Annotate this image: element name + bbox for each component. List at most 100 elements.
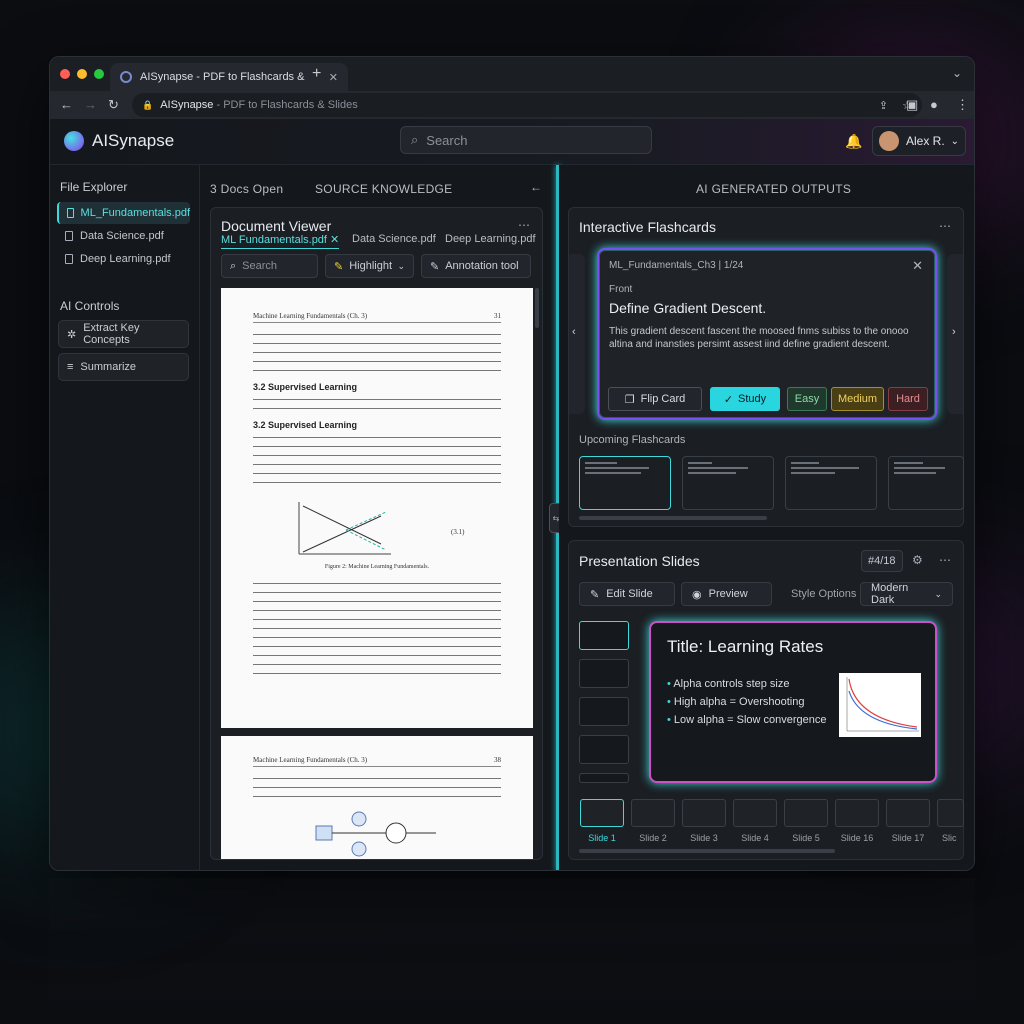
style-dropdown[interactable]: Modern Dark ⌄ <box>860 582 953 606</box>
slide-strip-thumbnail[interactable] <box>733 799 777 827</box>
doc-search-input[interactable]: ⌕ Search <box>221 254 318 278</box>
close-window-button[interactable] <box>60 69 70 79</box>
sidebar-file-deep-learning[interactable]: Deep Learning.pdf <box>57 248 190 270</box>
slide-strip-scrollbar[interactable] <box>579 849 835 853</box>
settings-gear-icon[interactable]: ⚙ <box>912 553 923 567</box>
upcoming-flashcards-title: Upcoming Flashcards <box>579 434 686 446</box>
file-icon <box>65 254 73 264</box>
doc-search-placeholder: Search <box>242 260 278 272</box>
slide-bullets: • Alpha controls step size • High alpha … <box>667 675 827 729</box>
pen-icon: ✎ <box>590 588 600 601</box>
sidebar-toggle-icon[interactable]: ▣ <box>906 97 918 113</box>
slide-thumbnail[interactable] <box>579 773 629 783</box>
browser-menu-icon[interactable]: ⋮ <box>956 97 969 113</box>
browser-window: AISynapse - PDF to Flashcards & ✕ + ⌄ ← … <box>49 56 975 871</box>
easy-button[interactable]: Easy <box>787 387 827 411</box>
slide-thumbnail[interactable] <box>579 735 629 764</box>
ai-controls-title: AI Controls <box>60 299 120 313</box>
flashcards-panel: Interactive Flashcards ⋯ ‹ › ML_Fundamen… <box>568 207 964 527</box>
preview-button[interactable]: ◉ Preview <box>681 582 772 606</box>
forward-icon[interactable]: → <box>84 97 97 112</box>
more-options-icon[interactable]: ⋯ <box>939 553 951 567</box>
prev-card-button[interactable]: ‹ <box>569 254 585 414</box>
doc-tab-deep-learning[interactable]: Deep Learning.pdf <box>445 233 536 245</box>
close-tab-icon[interactable]: ✕ <box>329 71 338 84</box>
reload-icon[interactable]: ↻ <box>108 97 119 113</box>
highlight-label: Highlight <box>349 260 393 272</box>
slide-thumbnail[interactable] <box>579 621 629 650</box>
hard-button[interactable]: Hard <box>888 387 928 411</box>
slide-strip-thumbnail[interactable] <box>784 799 828 827</box>
chevron-down-icon: ⌄ <box>950 135 959 147</box>
upcoming-card[interactable] <box>785 456 877 510</box>
upcoming-card[interactable] <box>579 456 671 510</box>
slide-counter: #4/18 <box>861 550 903 572</box>
card-id: ML_Fundamentals_Ch3 | 1/24 <box>609 260 744 271</box>
bullet-text: High alpha = Overshooting <box>673 696 805 708</box>
medium-button[interactable]: Medium <box>831 387 884 411</box>
summarize-button[interactable]: ≡ Summarize <box>58 353 189 381</box>
avatar <box>879 131 899 151</box>
new-tab-button[interactable]: + <box>312 65 321 83</box>
slide-strip-thumbnail[interactable] <box>580 799 624 827</box>
active-flashcard[interactable]: ML_Fundamentals_Ch3 | 1/24 ✕ Front Defin… <box>597 248 937 420</box>
study-button[interactable]: ✓ Study <box>710 387 780 411</box>
minimize-window-button[interactable] <box>77 69 87 79</box>
page-header: Machine Learning Fundamentals (Ch. 3) 38 <box>253 756 501 767</box>
more-options-icon[interactable]: ⋯ <box>939 219 951 233</box>
button-label: Preview <box>708 588 748 600</box>
style-value: Modern Dark <box>871 582 909 606</box>
annotation-label: Annotation tool <box>445 260 519 272</box>
button-label: Edit Slide <box>606 588 653 600</box>
next-card-button[interactable]: › <box>947 254 963 414</box>
page-number: 38 <box>494 756 501 764</box>
slide-thumbnail[interactable] <box>579 697 629 726</box>
doc-tab-ml-fundamentals[interactable]: ML Fundamentals.pdf ✕ <box>221 233 340 249</box>
eye-icon: ◉ <box>692 588 702 601</box>
bell-icon[interactable]: 🔔 <box>845 133 862 150</box>
slide-strip-thumbnail[interactable] <box>886 799 930 827</box>
slide-thumbnail[interactable] <box>579 659 629 688</box>
slide-strip-thumbnail[interactable] <box>631 799 675 827</box>
close-icon[interactable]: ✕ <box>912 258 923 274</box>
upcoming-card[interactable] <box>888 456 964 510</box>
copy-icon: ❐ <box>624 393 635 406</box>
user-name: Alex R. <box>906 134 945 148</box>
sidebar-file-ml-fundamentals[interactable]: ML_Fundamentals.pdf <box>57 202 190 224</box>
viewer-scrollbar[interactable] <box>535 288 539 328</box>
tab-list-chevron-icon[interactable]: ⌄ <box>952 66 962 80</box>
highlight-dropdown[interactable]: ✎ Highlight ⌄ <box>325 254 414 278</box>
upcoming-scrollbar[interactable] <box>579 516 767 520</box>
search-placeholder: Search <box>426 132 468 148</box>
slide-strip-thumbnail[interactable] <box>937 799 964 827</box>
profile-icon[interactable]: ● <box>930 97 938 112</box>
collapse-arrow-icon[interactable]: ← <box>530 180 542 194</box>
slide-strip-thumbnail[interactable] <box>835 799 879 827</box>
edit-slide-button[interactable]: ✎ Edit Slide <box>579 582 675 606</box>
slide-strip-label: Slide 16 <box>840 833 874 843</box>
annotation-tool-button[interactable]: ✎ Annotation tool <box>421 254 531 278</box>
flip-card-button[interactable]: ❐ Flip Card <box>608 387 702 411</box>
slide-strip-thumbnail[interactable] <box>682 799 726 827</box>
page-header-title: Machine Learning Fundamentals (Ch. 3) <box>253 756 368 764</box>
section-heading: 3.2 Supervised Learning <box>253 382 358 392</box>
user-menu[interactable]: Alex R. ⌄ <box>872 126 966 156</box>
maximize-window-button[interactable] <box>94 69 104 79</box>
tab-bar: AISynapse - PDF to Flashcards & ✕ + ⌄ <box>50 57 974 91</box>
back-icon[interactable]: ← <box>60 97 73 112</box>
extract-key-concepts-button[interactable]: ✲ Extract Key Concepts <box>58 320 189 348</box>
doc-tab-data-science[interactable]: Data Science.pdf <box>352 233 436 245</box>
source-knowledge-column: 3 Docs Open SOURCE KNOWLEDGE ← Document … <box>200 165 556 870</box>
sidebar-file-data-science[interactable]: Data Science.pdf <box>57 225 190 247</box>
list-icon: ≡ <box>67 361 74 373</box>
more-options-icon[interactable]: ⋯ <box>518 218 530 232</box>
upcoming-card[interactable] <box>682 456 774 510</box>
current-slide[interactable]: Title: Learning Rates • Alpha controls s… <box>649 621 937 783</box>
app-logo[interactable]: AISynapse <box>64 131 174 151</box>
network-diagram <box>315 811 436 857</box>
url-field[interactable]: 🔒 AISynapse - PDF to Flashcards & Slides… <box>132 93 922 117</box>
chevron-down-icon: ⌄ <box>397 260 405 271</box>
paragraph-placeholder <box>253 775 501 805</box>
share-icon[interactable]: ⇪ <box>879 99 888 112</box>
global-search-input[interactable]: ⌕ Search <box>400 126 652 154</box>
